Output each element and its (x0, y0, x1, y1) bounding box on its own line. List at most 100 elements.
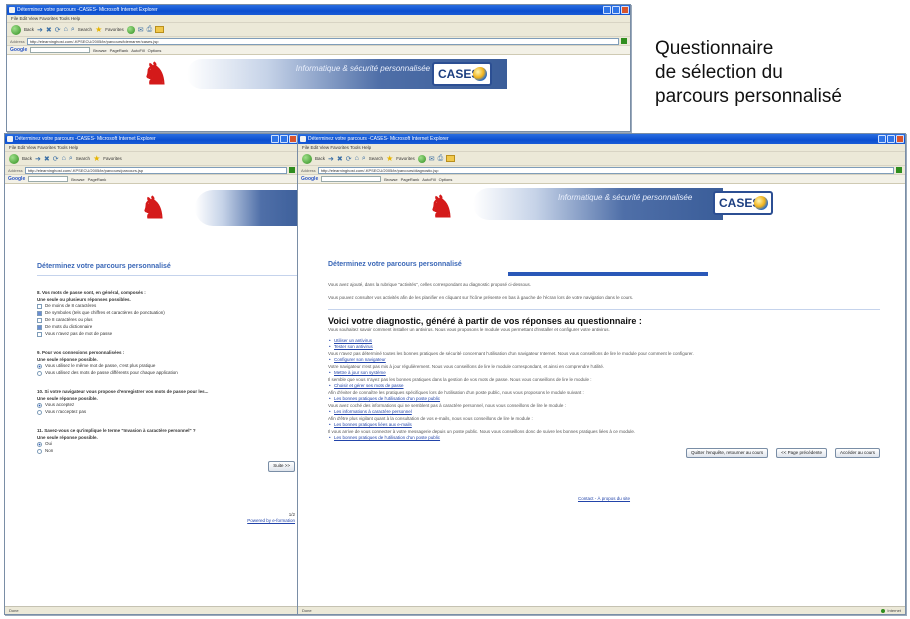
favorites-label[interactable]: Favorites (103, 156, 122, 161)
list-item[interactable]: Les informations à caractère personnel (328, 409, 880, 416)
favorites-label[interactable]: Favorites (396, 156, 415, 161)
favorites-label[interactable]: Favorites (105, 27, 124, 32)
menu-bar[interactable]: File Edit View Favorites Tools Help (5, 144, 298, 152)
back-icon[interactable] (11, 24, 21, 35)
option-row[interactable]: Vous utilisez des mots de passe différen… (37, 370, 297, 377)
stop-icon[interactable]: ✖ (46, 26, 52, 34)
address-field[interactable]: http://elearninghost.com/-KPSECU/2005/ie… (317, 166, 894, 174)
checkbox[interactable] (37, 332, 42, 337)
option-row[interactable]: Vous n'acceptez pas (37, 409, 297, 416)
footer-link[interactable]: Powered by e-formation (247, 518, 295, 523)
search-icon[interactable]: ⌕ (71, 26, 75, 34)
google-item[interactable]: AutoFill (422, 177, 435, 182)
folder-icon[interactable] (446, 155, 456, 162)
list-item[interactable]: Les bonnes pratiques de l'utilisation d'… (328, 435, 880, 442)
google-item[interactable]: Options (439, 177, 453, 182)
google-item[interactable]: Browse (71, 177, 84, 182)
close-button[interactable] (289, 135, 297, 143)
media-icon[interactable] (417, 154, 426, 163)
list-item[interactable]: Mettre à jour son système (328, 370, 880, 377)
print-icon[interactable]: ⎙ (438, 155, 444, 163)
title-bar[interactable]: Déterminez votre parcours -CASES- Micros… (298, 134, 905, 144)
quit-survey-button[interactable]: Quitter l'enquête, retourner au cours (686, 447, 769, 458)
search-icon[interactable]: ⌕ (69, 155, 73, 163)
option-row[interactable]: Vous acceptez (37, 402, 297, 409)
radio-button[interactable] (37, 364, 42, 369)
back-icon[interactable] (9, 153, 19, 164)
checkbox[interactable] (37, 325, 42, 330)
option-row[interactable]: Non (37, 448, 297, 455)
google-item[interactable]: PageRank (88, 177, 107, 182)
go-button[interactable] (289, 167, 295, 173)
forward-icon[interactable]: ➜ (35, 155, 41, 163)
option-row[interactable]: De 8 caractères ou plus (37, 317, 297, 324)
back-label[interactable]: Back (315, 156, 325, 161)
google-item[interactable]: AutoFill (131, 48, 144, 53)
list-item[interactable]: Les bonnes pratiques liées aux e-mails (328, 422, 880, 429)
refresh-icon[interactable]: ⟳ (55, 26, 61, 34)
home-icon[interactable]: ⌂ (62, 155, 66, 162)
forward-icon[interactable]: ➜ (37, 26, 43, 34)
option-row[interactable]: Oui (37, 441, 297, 448)
stop-icon[interactable]: ✖ (337, 155, 343, 163)
google-search-input[interactable] (321, 176, 382, 182)
favorites-icon[interactable]: ★ (386, 154, 393, 163)
checkbox[interactable] (37, 311, 42, 316)
radio-button[interactable] (37, 371, 42, 376)
favorites-icon[interactable]: ★ (93, 154, 100, 163)
list-item[interactable]: Les bonnes pratiques de l'utilisation d'… (328, 396, 880, 403)
go-button[interactable] (896, 167, 902, 173)
home-icon[interactable]: ⌂ (64, 26, 68, 33)
back-label[interactable]: Back (22, 156, 32, 161)
checkbox[interactable] (37, 304, 42, 309)
option-row[interactable]: De symboles (tels que chiffres et caract… (37, 310, 297, 317)
footer-link[interactable]: Contact - À propos du site (578, 496, 630, 501)
back-icon[interactable] (302, 153, 312, 164)
maximize-button[interactable] (280, 135, 288, 143)
minimize-button[interactable] (603, 6, 611, 14)
folder-icon[interactable] (155, 26, 165, 33)
search-icon[interactable]: ⌕ (362, 155, 366, 163)
list-item[interactable]: Tester son antivirus (328, 344, 880, 351)
minimize-button[interactable] (271, 135, 279, 143)
go-to-course-button[interactable]: Accéder au cours (834, 447, 880, 458)
previous-page-button[interactable]: << Page précédente (776, 447, 827, 458)
forward-icon[interactable]: ➜ (328, 155, 334, 163)
mail-icon[interactable]: ✉ (138, 26, 144, 34)
option-row[interactable]: De moins de 8 caractères (37, 303, 297, 310)
list-item[interactable]: Configurer son navigateur (328, 357, 880, 364)
google-item[interactable]: PageRank (110, 48, 129, 53)
google-search-input[interactable] (28, 176, 69, 182)
menu-bar[interactable]: File Edit View Favorites Tools Help (298, 144, 905, 152)
home-icon[interactable]: ⌂ (355, 155, 359, 162)
option-row[interactable]: De mots du dictionnaire (37, 324, 297, 331)
go-button[interactable] (621, 38, 627, 44)
search-label[interactable]: Search (76, 156, 90, 161)
maximize-button[interactable] (612, 6, 620, 14)
stop-icon[interactable]: ✖ (44, 155, 50, 163)
option-row[interactable]: Vous utilisez le même mot de passe, c'es… (37, 363, 297, 370)
google-item[interactable]: Browse (384, 177, 397, 182)
search-label[interactable]: Search (78, 27, 92, 32)
print-icon[interactable]: ⎙ (147, 26, 153, 34)
google-item[interactable]: Browse (93, 48, 106, 53)
refresh-icon[interactable]: ⟳ (53, 155, 59, 163)
title-bar[interactable]: Déterminez votre parcours -CASES- Micros… (7, 5, 630, 15)
google-item[interactable]: Options (148, 48, 162, 53)
maximize-button[interactable] (887, 135, 895, 143)
google-item[interactable]: PageRank (401, 177, 420, 182)
media-icon[interactable] (126, 25, 135, 34)
list-item[interactable]: Choisir et gérer ses mots de passe (328, 383, 880, 390)
close-button[interactable] (896, 135, 904, 143)
checkbox[interactable] (37, 318, 42, 323)
mail-icon[interactable]: ✉ (429, 155, 435, 163)
title-bar[interactable]: Déterminez votre parcours -CASES- Micros… (5, 134, 298, 144)
back-label[interactable]: Back (24, 27, 34, 32)
address-field[interactable]: http://elearninghost.com/-KPSECU/2005/ie… (24, 166, 287, 174)
refresh-icon[interactable]: ⟳ (346, 155, 352, 163)
next-button[interactable]: Suite >> (268, 461, 295, 472)
favorites-icon[interactable]: ★ (95, 25, 102, 34)
address-field[interactable]: http://elearninghost.com/-KPSECU/2005/ie… (26, 37, 619, 45)
radio-button[interactable] (37, 442, 42, 447)
menu-bar[interactable]: File Edit View Favorites Tools Help (7, 15, 630, 23)
